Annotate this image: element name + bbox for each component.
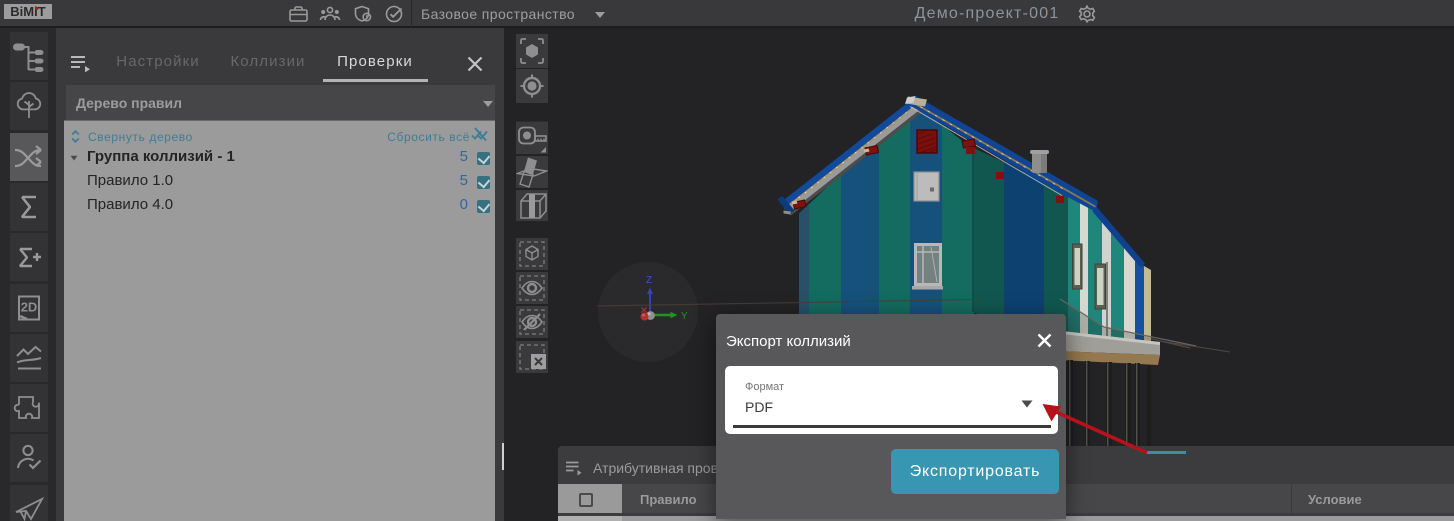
svg-text:Z: Z — [646, 275, 652, 286]
svg-text:Y: Y — [681, 311, 688, 322]
svg-text:2D: 2D — [21, 299, 38, 314]
